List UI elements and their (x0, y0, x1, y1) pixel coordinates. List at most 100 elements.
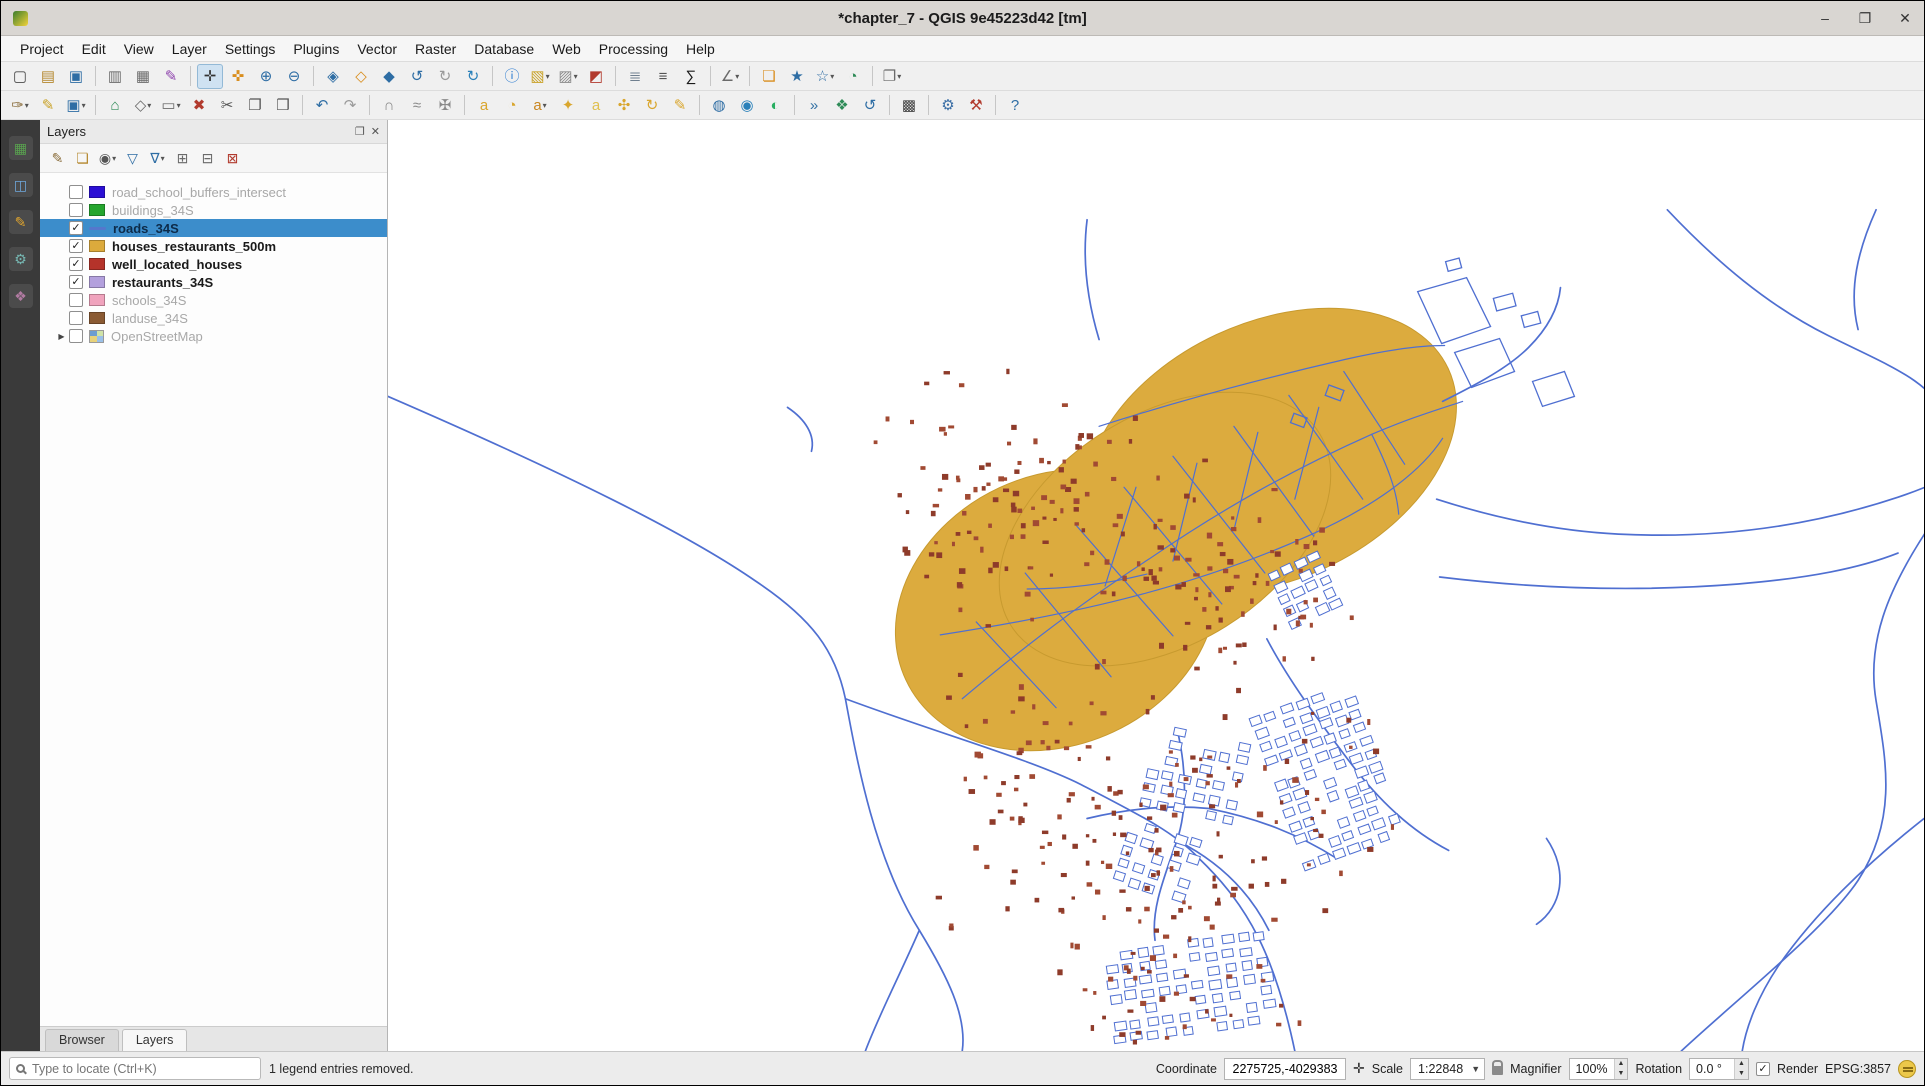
render-checkbox[interactable]: ✓ (1756, 1062, 1770, 1076)
measure-icon[interactable]: ∠▾ (717, 64, 743, 89)
zoom-in-icon[interactable]: ⊕ (253, 64, 279, 89)
menu-help[interactable]: Help (677, 38, 724, 60)
toolbox-tools-icon[interactable]: ⚒ (963, 93, 989, 118)
extents-icon[interactable]: ✛ (1353, 1060, 1365, 1077)
new-print-layout-icon[interactable]: ▥ (102, 64, 128, 89)
layer-checkbox[interactable] (69, 203, 83, 217)
zoom-to-layer-icon[interactable]: ◆ (376, 64, 402, 89)
add-feature-icon[interactable]: ⌂ (102, 93, 128, 118)
python-console-icon[interactable]: » (801, 93, 827, 118)
undo-icon[interactable]: ↶ (309, 93, 335, 118)
close-button[interactable]: ✕ (1896, 10, 1914, 27)
processing-dock-icon[interactable]: ⚙ (9, 247, 33, 271)
messages-log-icon[interactable] (1898, 1060, 1916, 1078)
tracing-icon[interactable]: ≈ (404, 93, 430, 118)
metasearch-icon[interactable]: ◍ (706, 93, 732, 118)
layer-checkbox[interactable]: ✓ (69, 275, 83, 289)
save-project-icon[interactable]: ▣ (63, 64, 89, 89)
delete-selected-icon[interactable]: ✖ (186, 93, 212, 118)
scale-lock-icon[interactable] (1492, 1066, 1503, 1075)
layer-expand-icon[interactable]: ▶ (54, 332, 69, 341)
menu-project[interactable]: Project (11, 38, 73, 60)
layer-item-buildings_34S[interactable]: buildings_34S (40, 201, 387, 219)
vertex-tool-icon[interactable]: ◇▾ (130, 93, 156, 118)
layer-diagram-icon[interactable]: ◔ (499, 93, 525, 118)
open-layer-styling-icon[interactable]: ✎ (46, 147, 69, 170)
tab-layers[interactable]: Layers (122, 1029, 188, 1051)
zoom-next-icon[interactable]: ↻ (432, 64, 458, 89)
web-services-icon[interactable]: ◉ (734, 93, 760, 118)
menu-settings[interactable]: Settings (216, 38, 285, 60)
menu-vector[interactable]: Vector (348, 38, 406, 60)
zoom-full-icon[interactable]: ◈ (320, 64, 346, 89)
new-map-view-icon[interactable]: ❐▾ (879, 64, 905, 89)
layer-styling-dock-icon[interactable]: ✎ (9, 210, 33, 234)
layer-checkbox[interactable] (69, 185, 83, 199)
manage-themes-icon[interactable]: ◉▾ (96, 147, 119, 170)
layer-labeling-icon[interactable]: a (471, 93, 497, 118)
menu-plugins[interactable]: Plugins (284, 38, 348, 60)
layer-item-OpenStreetMap[interactable]: ▶OpenStreetMap (40, 327, 387, 345)
zoom-last-icon[interactable]: ↺ (404, 64, 430, 89)
collapse-all-icon[interactable]: ⊟ (196, 147, 219, 170)
new-bookmark-icon[interactable]: ★ (784, 64, 810, 89)
menu-database[interactable]: Database (465, 38, 543, 60)
scale-combo[interactable]: 1:22848 ▼ (1410, 1058, 1485, 1080)
processing-toolbox-icon[interactable]: ⚙ (935, 93, 961, 118)
select-features-icon[interactable]: ▧▾ (527, 64, 553, 89)
add-group-icon[interactable]: ❏ (71, 147, 94, 170)
layers-panel-close-icon[interactable]: ✕ (371, 125, 380, 138)
locate-input[interactable] (30, 1061, 254, 1077)
snapping-toolbar-icon[interactable]: ∩ (376, 93, 402, 118)
locate-box[interactable] (9, 1057, 261, 1080)
advanced-digitizing-icon[interactable]: ✠ (432, 93, 458, 118)
change-label-icon[interactable]: ✎ (667, 93, 693, 118)
layers-panel-float-icon[interactable]: ❐ (355, 125, 365, 138)
coordinate-input[interactable] (1224, 1058, 1346, 1080)
tab-browser[interactable]: Browser (45, 1029, 119, 1051)
open-project-icon[interactable]: ▤ (35, 64, 61, 89)
statistical-summary-icon[interactable]: ∑ (678, 64, 704, 89)
undo-history-icon[interactable]: ↺ (857, 93, 883, 118)
plugin-manager-icon[interactable]: ❖ (829, 93, 855, 118)
cut-features-icon[interactable]: ✂ (214, 93, 240, 118)
refresh-map-icon[interactable]: ↻ (460, 64, 486, 89)
filter-legend-icon[interactable]: ▽ (121, 147, 144, 170)
epsg-badge[interactable]: EPSG:3857 (1825, 1062, 1891, 1076)
layer-item-road_school_buffers_intersect[interactable]: road_school_buffers_intersect (40, 183, 387, 201)
rotation-spin-up[interactable]: ▲ (1735, 1059, 1748, 1069)
current-edits-icon[interactable]: ✑▾ (7, 93, 33, 118)
save-layer-edits-icon[interactable]: ▣▾ (63, 93, 89, 118)
move-label-icon[interactable]: ✣ (611, 93, 637, 118)
layer-item-roads_34S[interactable]: ✓roads_34S (40, 219, 387, 237)
deselect-features-icon[interactable]: ▨▾ (555, 64, 581, 89)
globe-icon[interactable]: ◐ (762, 93, 788, 118)
magnifier-spin-down[interactable]: ▼ (1615, 1069, 1628, 1079)
field-calculator-icon[interactable]: ≡ (650, 64, 676, 89)
pan-to-selection-icon[interactable]: ✜ (225, 64, 251, 89)
layer-item-landuse_34S[interactable]: landuse_34S (40, 309, 387, 327)
show-bookmarks-icon[interactable]: ☆▾ (812, 64, 838, 89)
menu-web[interactable]: Web (543, 38, 590, 60)
layer-item-restaurants_34S[interactable]: ✓restaurants_34S (40, 273, 387, 291)
layer-checkbox[interactable]: ✓ (69, 221, 83, 235)
copy-features-icon[interactable]: ❐ (242, 93, 268, 118)
layout-manager-icon[interactable]: ▦ (130, 64, 156, 89)
map-tips-icon[interactable]: ❏ (756, 64, 782, 89)
expand-all-icon[interactable]: ⊞ (171, 147, 194, 170)
pin-labels-icon[interactable]: ✦ (555, 93, 581, 118)
layer-checkbox[interactable]: ✓ (69, 257, 83, 271)
minimize-button[interactable]: – (1816, 10, 1834, 26)
select-by-value-icon[interactable]: ◩ (583, 64, 609, 89)
layer-item-well_located_houses[interactable]: ✓well_located_houses (40, 255, 387, 273)
maximize-button[interactable]: ❐ (1856, 10, 1874, 27)
layer-checkbox[interactable] (69, 293, 83, 307)
map-canvas[interactable] (388, 120, 1924, 1051)
label-options-icon[interactable]: a▾ (527, 93, 553, 118)
magnifier-spinbox[interactable]: 100% ▲▼ (1569, 1058, 1629, 1080)
identify-features-icon[interactable]: ⓘ (499, 64, 525, 89)
toggle-editing-icon[interactable]: ✎ (35, 93, 61, 118)
menu-raster[interactable]: Raster (406, 38, 465, 60)
pan-map-icon[interactable]: ✛ (197, 64, 223, 89)
menu-processing[interactable]: Processing (590, 38, 677, 60)
